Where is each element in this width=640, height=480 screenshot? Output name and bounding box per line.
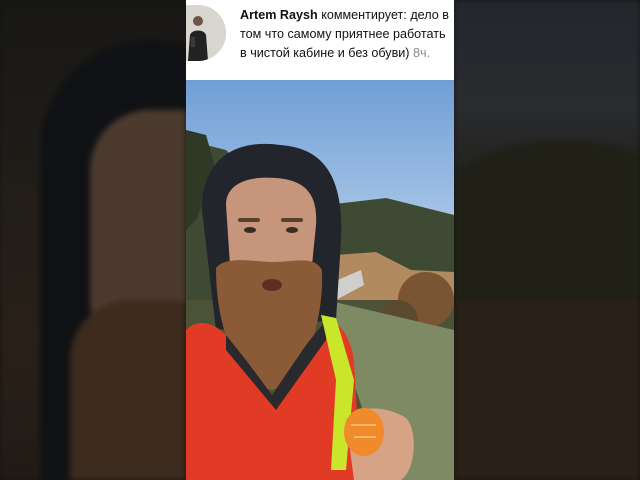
comment-verb: комментирует: xyxy=(321,8,407,22)
avatar-photo-icon xyxy=(186,5,226,61)
blurred-background-left xyxy=(0,0,186,480)
comment-author[interactable]: Artem Raysh xyxy=(240,8,318,22)
video-player[interactable]: Artem Raysh комментирует: дело в том что… xyxy=(0,0,640,480)
blurred-background-right xyxy=(454,0,640,480)
comment-time: 8ч. xyxy=(413,46,431,60)
avatar[interactable] xyxy=(186,5,226,61)
comment-text: Artem Raysh комментирует: дело в том что… xyxy=(240,6,452,63)
tangerine xyxy=(344,408,384,456)
video-frame[interactable]: Artem Raysh комментирует: дело в том что… xyxy=(186,0,454,480)
comment-overlay: Artem Raysh комментирует: дело в том что… xyxy=(186,0,454,80)
